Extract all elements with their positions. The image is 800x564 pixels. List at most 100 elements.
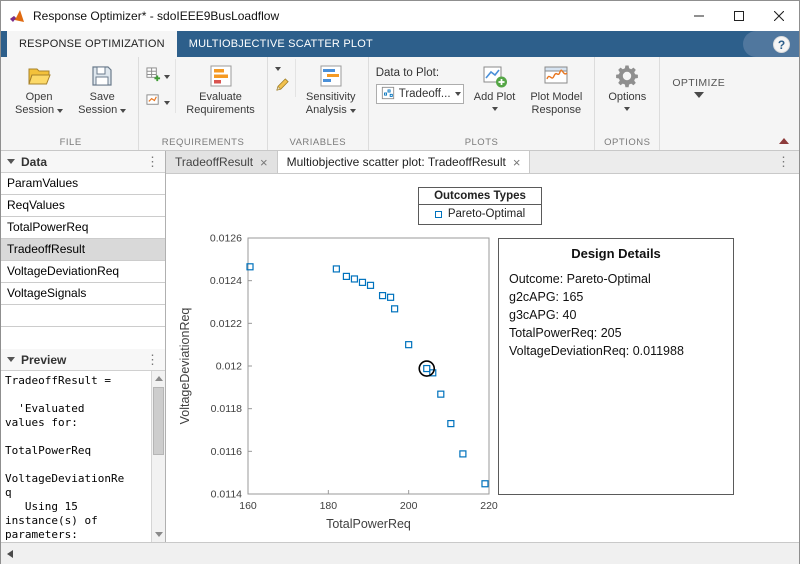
mini-plot-icon bbox=[381, 86, 395, 103]
preview-panel-header[interactable]: Preview ⋮ bbox=[1, 349, 165, 371]
svg-text:0.0122: 0.0122 bbox=[210, 318, 242, 330]
svg-text:200: 200 bbox=[400, 500, 418, 512]
close-tab-icon[interactable]: × bbox=[513, 156, 521, 169]
collapse-triangle-icon[interactable] bbox=[7, 357, 15, 362]
chevron-down-icon bbox=[624, 107, 630, 111]
window-controls bbox=[679, 1, 799, 31]
collapse-ribbon-icon[interactable] bbox=[779, 138, 789, 144]
section-label-requirements: REQUIREMENTS bbox=[146, 135, 259, 150]
data-list-item[interactable] bbox=[1, 305, 165, 327]
add-plot-icon bbox=[482, 63, 508, 89]
edit-variables-button[interactable] bbox=[275, 77, 290, 97]
ribbon: OpenSession SaveSession FILE bbox=[1, 57, 799, 151]
chevron-down-icon bbox=[164, 101, 170, 105]
preview-text: TradeoffResult = 'Evaluated values for: … bbox=[1, 371, 165, 542]
tab-multiobjective-scatter-plot[interactable]: MULTIOBJECTIVE SCATTER PLOT bbox=[177, 31, 385, 57]
ribbon-section-requirements: EvaluateRequirements REQUIREMENTS bbox=[139, 57, 267, 150]
help-button[interactable]: ? bbox=[773, 36, 790, 53]
options-button[interactable]: Options bbox=[602, 59, 652, 111]
evaluate-requirements-icon bbox=[208, 63, 234, 89]
save-icon bbox=[89, 63, 115, 89]
preview-scrollbar[interactable] bbox=[151, 371, 165, 542]
document-tab-bar: TradeoffResult × Multiobjective scatter … bbox=[166, 151, 799, 174]
data-panel-title: Data bbox=[21, 155, 47, 169]
data-panel-menu-icon[interactable]: ⋮ bbox=[146, 154, 159, 170]
section-label-options: OPTIONS bbox=[602, 135, 652, 150]
design-detail-line: g3cAPG: 40 bbox=[509, 306, 723, 324]
scatter-plot-axes[interactable]: 1601802002200.01140.01160.01180.0120.012… bbox=[176, 214, 512, 544]
data-list-item[interactable]: TotalPowerReq bbox=[1, 217, 165, 239]
save-session-button[interactable]: SaveSession bbox=[73, 59, 131, 117]
browser-panel: Data ⋮ ParamValuesReqValuesTotalPowerReq… bbox=[1, 151, 166, 542]
chevron-down-icon bbox=[492, 107, 498, 111]
doc-tab-tradeoffresult[interactable]: TradeoffResult × bbox=[166, 151, 278, 173]
chevron-down-icon bbox=[164, 75, 170, 79]
section-label-variables: VARIABLES bbox=[275, 135, 361, 150]
requirements-mini-buttons bbox=[146, 59, 176, 113]
add-plot-button[interactable]: Add Plot bbox=[469, 59, 521, 111]
design-details-panel: Design Details Outcome: Pareto-Optimalg2… bbox=[498, 238, 734, 495]
design-details-lines: Outcome: Pareto-Optimalg2cAPG: 165g3cAPG… bbox=[509, 270, 723, 360]
window-title: Response Optimizer* - sdoIEEE9BusLoadflo… bbox=[33, 9, 279, 23]
new-requirement-button[interactable] bbox=[146, 67, 170, 87]
preview-panel-menu-icon[interactable]: ⋮ bbox=[146, 352, 159, 368]
variables-mini-buttons bbox=[275, 59, 296, 97]
ribbon-section-options: Options OPTIONS bbox=[595, 57, 660, 150]
design-details-title: Design Details bbox=[509, 246, 723, 261]
data-to-plot-dropdown[interactable]: Tradeoff... bbox=[376, 84, 464, 104]
design-detail-line: Outcome: Pareto-Optimal bbox=[509, 270, 723, 288]
open-session-button[interactable]: OpenSession bbox=[10, 59, 68, 117]
help-area: ? bbox=[743, 31, 799, 57]
data-panel-header[interactable]: Data ⋮ bbox=[1, 151, 165, 173]
plot-model-response-button[interactable]: Plot ModelResponse bbox=[525, 59, 587, 117]
svg-text:220: 220 bbox=[480, 500, 498, 512]
plot-document: Outcomes Types Pareto-Optimal 1601802002… bbox=[166, 174, 799, 542]
svg-text:0.0124: 0.0124 bbox=[210, 275, 242, 287]
data-to-plot-label: Data to Plot: bbox=[376, 67, 464, 79]
pencil-icon bbox=[275, 77, 290, 97]
collapse-panel-icon[interactable] bbox=[7, 550, 13, 558]
chevron-down-icon bbox=[350, 109, 356, 113]
table-add-icon bbox=[146, 67, 161, 87]
requirement-plot-button[interactable] bbox=[146, 93, 170, 113]
close-button[interactable] bbox=[759, 1, 799, 31]
data-list-item[interactable]: TradeoffResult bbox=[1, 239, 165, 261]
svg-text:0.0118: 0.0118 bbox=[211, 403, 242, 415]
minimize-button[interactable] bbox=[679, 1, 719, 31]
doc-tab-scatter-plot[interactable]: Multiobjective scatter plot: TradeoffRes… bbox=[278, 151, 531, 173]
scroll-up-icon[interactable] bbox=[155, 376, 163, 381]
open-session-label: Open bbox=[26, 91, 53, 104]
status-bar bbox=[1, 542, 799, 564]
tab-bar-menu-icon[interactable]: ⋮ bbox=[777, 151, 799, 173]
design-detail-line: VoltageDeviationReq: 0.011988 bbox=[509, 342, 723, 360]
save-session-label: Save bbox=[90, 91, 115, 104]
close-tab-icon[interactable]: × bbox=[260, 156, 268, 169]
svg-text:0.012: 0.012 bbox=[216, 361, 242, 373]
panel-spacer bbox=[1, 327, 165, 349]
data-list-item[interactable]: VoltageDeviationReq bbox=[1, 261, 165, 283]
optimize-button[interactable]: OPTIMIZE bbox=[667, 59, 730, 98]
maximize-button[interactable] bbox=[719, 1, 759, 31]
app-window: Response Optimizer* - sdoIEEE9BusLoadflo… bbox=[0, 0, 800, 564]
chevron-down-icon bbox=[694, 92, 704, 98]
variables-gallery-button[interactable] bbox=[275, 67, 290, 71]
section-label-plots: PLOTS bbox=[376, 135, 588, 150]
sensitivity-analysis-icon bbox=[318, 63, 344, 89]
svg-text:180: 180 bbox=[320, 500, 338, 512]
data-list-item[interactable]: ReqValues bbox=[1, 195, 165, 217]
data-to-plot-value: Tradeoff... bbox=[399, 88, 451, 100]
plot-model-response-icon bbox=[543, 63, 569, 89]
collapse-triangle-icon[interactable] bbox=[7, 159, 15, 164]
data-list-item[interactable]: ParamValues bbox=[1, 173, 165, 195]
scroll-down-icon[interactable] bbox=[155, 532, 163, 537]
evaluate-requirements-button[interactable]: EvaluateRequirements bbox=[181, 59, 259, 117]
scrollbar-thumb[interactable] bbox=[153, 387, 164, 455]
sensitivity-analysis-button[interactable]: SensitivityAnalysis bbox=[301, 59, 361, 117]
chevron-down-icon bbox=[120, 109, 126, 113]
tab-response-optimization[interactable]: RESPONSE OPTIMIZATION bbox=[7, 31, 177, 57]
chevron-down-icon bbox=[57, 109, 63, 113]
data-list-item[interactable]: VoltageSignals bbox=[1, 283, 165, 305]
svg-text:VoltageDeviationReq: VoltageDeviationReq bbox=[178, 308, 192, 425]
open-folder-icon bbox=[26, 63, 52, 89]
titlebar: Response Optimizer* - sdoIEEE9BusLoadflo… bbox=[1, 1, 799, 31]
